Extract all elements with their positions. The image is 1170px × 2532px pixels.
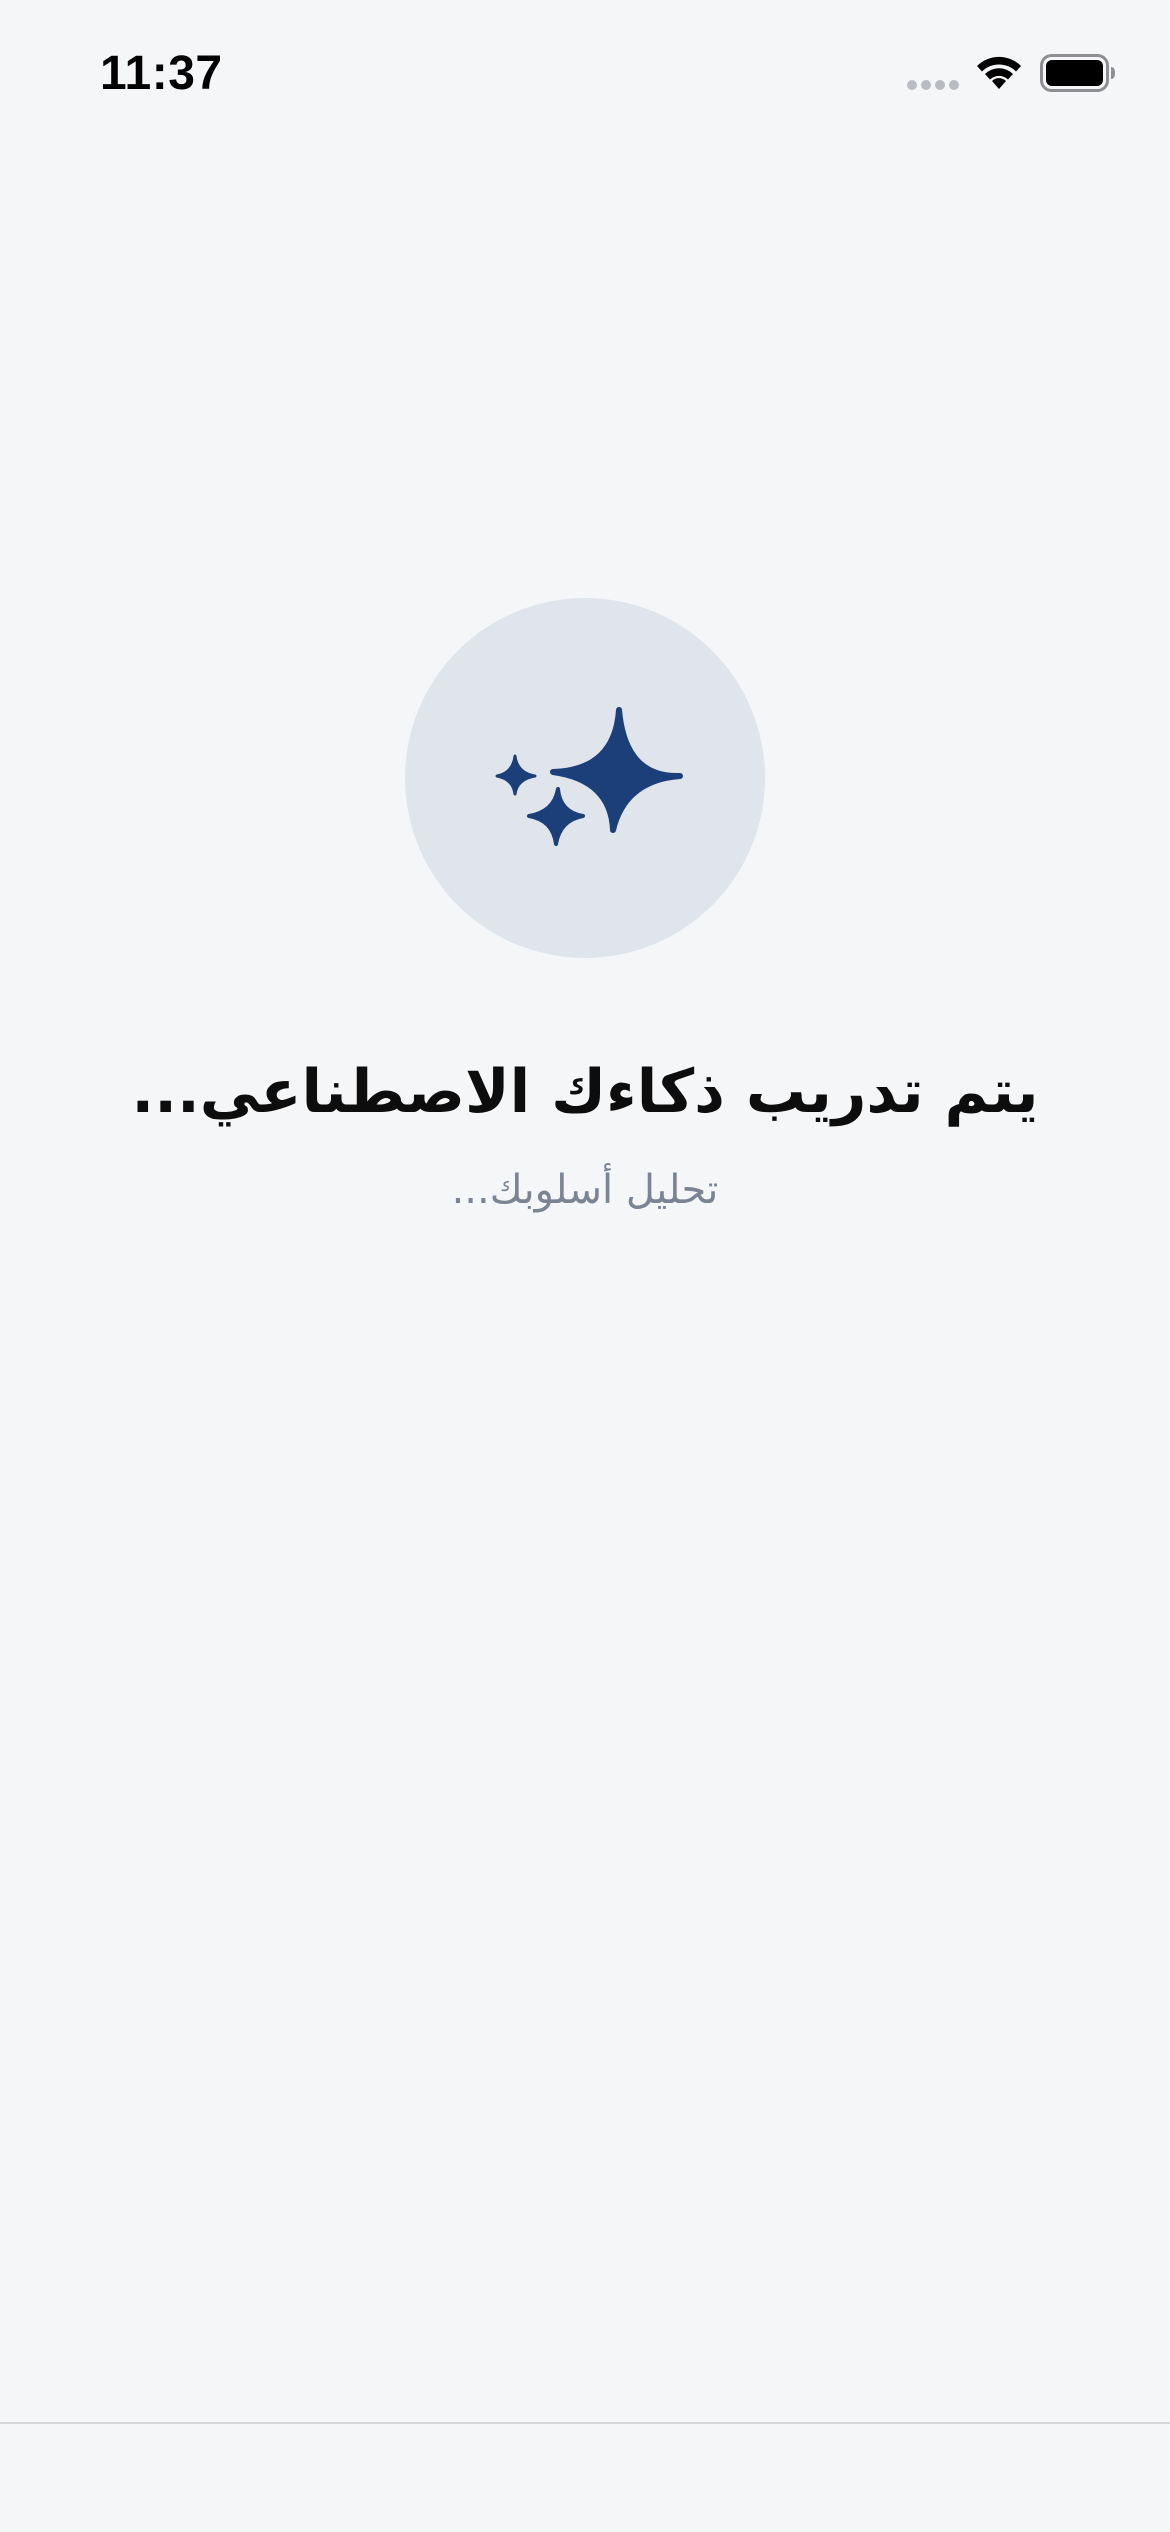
sparkles-icon — [495, 707, 683, 846]
page-title: يتم تدريب ذكاءك الاصطناعي... — [131, 1057, 1039, 1127]
bottom-divider — [0, 2422, 1170, 2424]
status-time: 11:37 — [100, 47, 223, 100]
status-bar: 11:37 — [0, 0, 1170, 150]
signal-dots-icon — [907, 80, 959, 90]
training-screen: 11:37 يتم تدريب ذكاءك الاصطناعي... تحليل… — [0, 0, 1170, 2532]
wifi-icon — [977, 56, 1021, 89]
battery-icon — [1040, 54, 1115, 92]
status-subtitle: تحليل أسلوبك... — [451, 1167, 719, 1213]
loader-circle — [405, 598, 765, 958]
